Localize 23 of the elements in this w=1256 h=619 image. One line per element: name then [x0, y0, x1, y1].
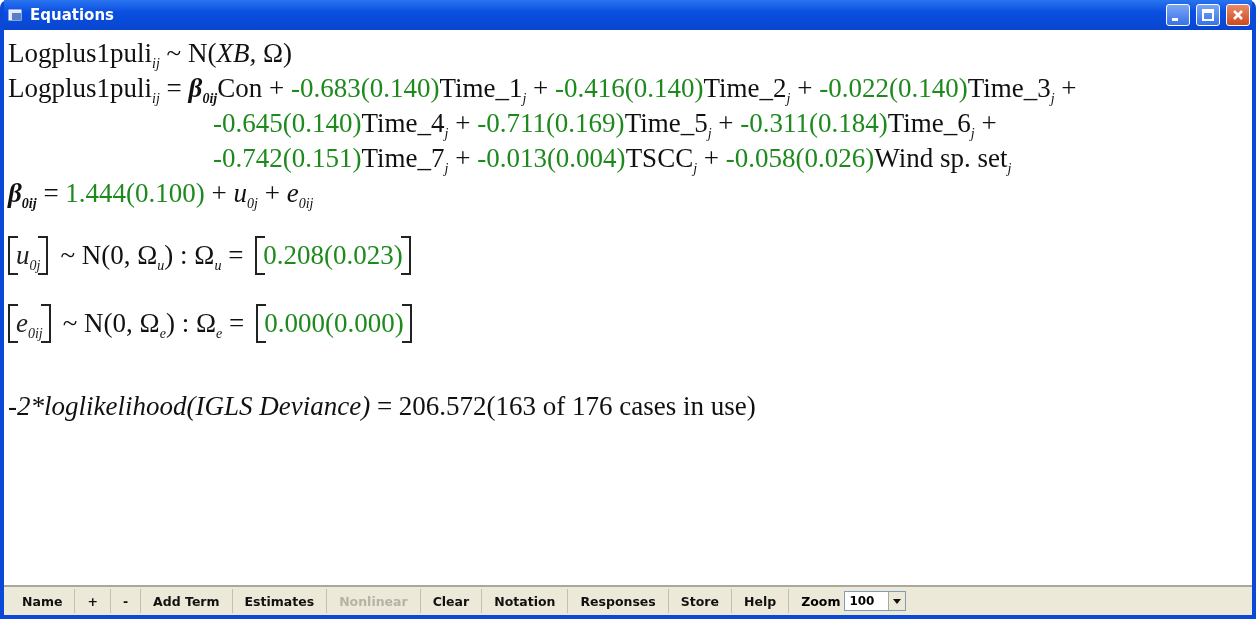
maximize-button[interactable] — [1196, 4, 1220, 26]
distribution-text: ~ N(0, Ω$_{e}$) : Ω$_{e}$ = — [62, 307, 245, 339]
window-icon — [8, 8, 24, 22]
distribution-text: ~ N(0, Ω$_{u}$) : Ω$_{u}$ = — [60, 239, 244, 271]
equation-line: Logplus1puli$_{ij}$ = β$_{0ij}$Con + -0.683(0.140)Time_1$_{j}$ + -0.416(0.140)Time_2$_{j}$ + -0.022(0.140)Time_3$_{j}$ + — [8, 72, 1077, 106]
window-title: Equations — [30, 6, 115, 24]
random-effect-vector: u$_{0j}$ — [8, 235, 49, 275]
zoom-label: Zoom — [800, 593, 842, 609]
random-effect-vector: e$_{0ij}$ — [8, 303, 51, 343]
equation-line: Logplus1puli$_{ij}$ ~ N(XB, Ω) — [8, 37, 292, 71]
variance-matrix: 0.208(0.023) — [255, 235, 411, 275]
close-button[interactable] — [1226, 4, 1250, 26]
equation-line: β$_{0ij}$ = 1.444(0.100) + u$_{0j}$ + e$_{0ij}$ — [8, 177, 314, 211]
caret-icon — [893, 598, 902, 604]
equation-line: -0.742(0.151)Time_7$_{j}$ + -0.013(0.004)TSCC$_{j}$ + -0.058(0.026)Wind sp. set$_{j}$ — [212, 142, 1012, 176]
minimize-button[interactable] — [1166, 4, 1190, 26]
deviance-line: -2*loglikelihood(IGLS Deviance) = 206.572(163 of 176 cases in use) — [8, 390, 756, 423]
close-icon — [1232, 9, 1244, 21]
minimize-icon — [1172, 17, 1178, 21]
maximize-icon — [1202, 9, 1214, 21]
zoom-select[interactable]: 100 — [844, 591, 907, 611]
equation-line: -0.645(0.140)Time_4$_{j}$ + -0.711(0.169)Time_5$_{j}$ + -0.311(0.184)Time_6$_{j}$ + — [212, 107, 997, 141]
variance-matrix: 0.000(0.000) — [256, 303, 412, 343]
